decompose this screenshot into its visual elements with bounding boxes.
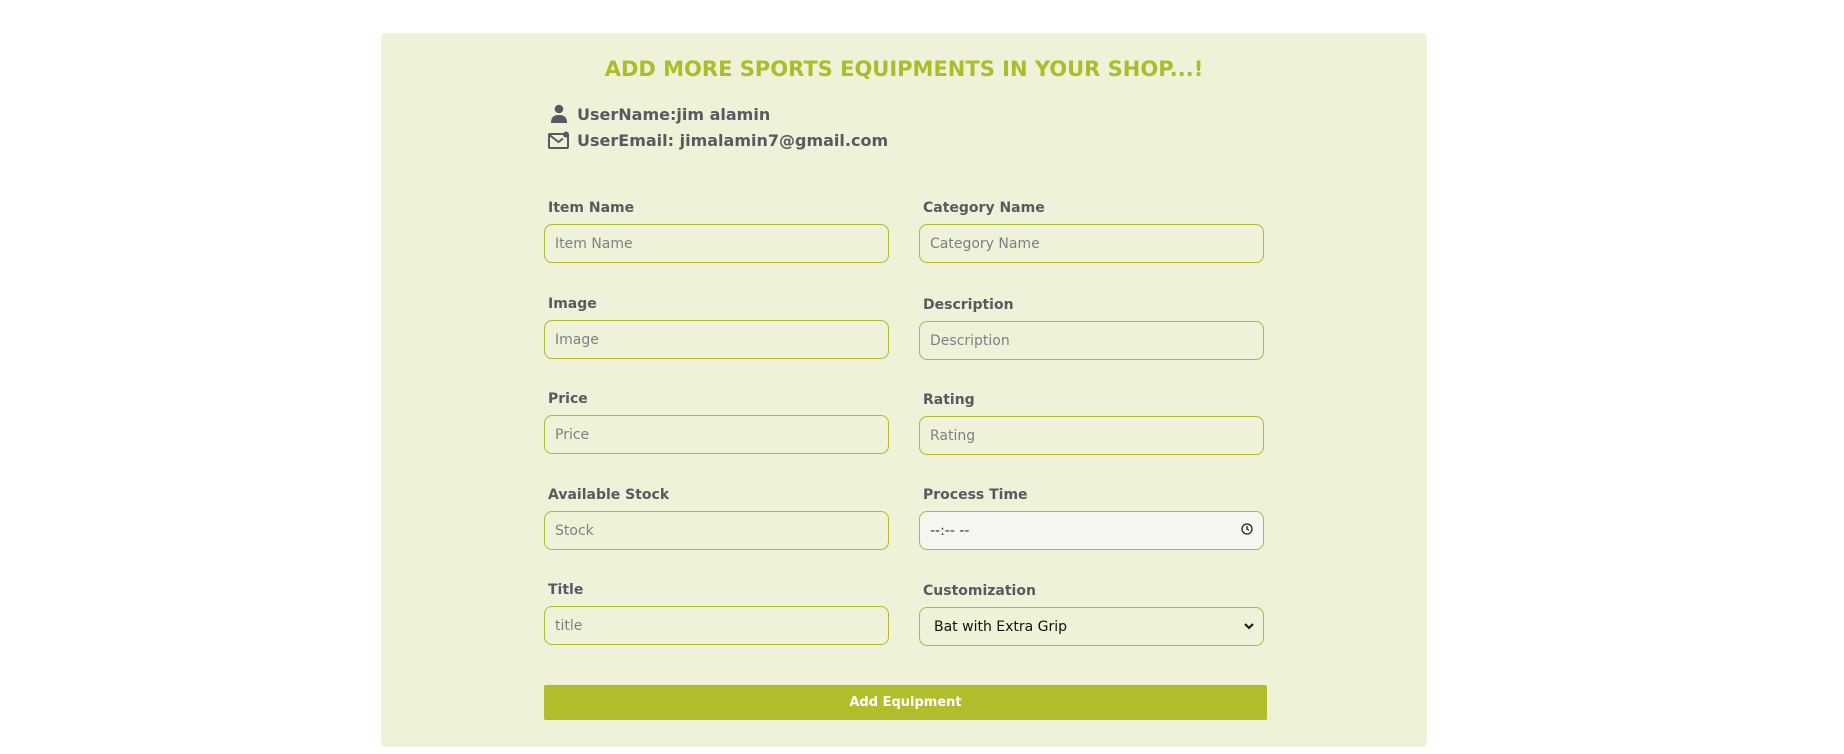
stock-input[interactable] [544, 511, 889, 550]
price-input[interactable] [544, 415, 889, 454]
title-input[interactable] [544, 606, 889, 645]
item-name-label: Item Name [548, 200, 635, 216]
page-title: ADD MORE SPORTS EQUIPMENTS IN YOUR SHOP.… [604, 57, 1204, 81]
rating-group: Rating [919, 391, 1264, 455]
user-email-line: UserEmail: jimalamin7@gmail.com [548, 129, 888, 151]
description-input[interactable] [919, 321, 1264, 360]
user-icon [548, 103, 570, 125]
process-time-input[interactable]: --:-- -- [919, 511, 1264, 550]
title-group: Title [544, 581, 889, 645]
image-label: Image [548, 296, 597, 312]
customization-group: Customization Bat with Extra Grip [919, 582, 1264, 646]
chevron-down-icon [1243, 619, 1255, 635]
process-time-label: Process Time [923, 487, 1028, 503]
user-name-text: UserName:jim alamin [577, 104, 771, 124]
price-group: Price [544, 390, 889, 454]
envelope-icon [548, 129, 570, 151]
category-name-input[interactable] [919, 224, 1264, 263]
add-equipment-card: ADD MORE SPORTS EQUIPMENTS IN YOUR SHOP.… [381, 33, 1427, 747]
process-time-value: --:-- -- [930, 522, 970, 539]
customization-selected-value: Bat with Extra Grip [934, 618, 1068, 635]
title-label: Title [548, 582, 584, 598]
category-name-label: Category Name [923, 200, 1045, 216]
description-label: Description [923, 297, 1014, 313]
rating-label: Rating [923, 392, 975, 408]
user-email-text: UserEmail: jimalamin7@gmail.com [577, 130, 889, 150]
clock-icon[interactable] [1241, 522, 1253, 539]
user-name-line: UserName:jim alamin [548, 103, 770, 125]
image-input[interactable] [544, 320, 889, 359]
image-group: Image [544, 295, 889, 359]
process-time-group: Process Time --:-- -- [919, 486, 1264, 550]
customization-select[interactable]: Bat with Extra Grip [919, 607, 1264, 646]
available-stock-label: Available Stock [548, 487, 670, 503]
item-name-input[interactable] [544, 224, 889, 263]
item-name-group: Item Name [544, 199, 889, 263]
available-stock-group: Available Stock [544, 486, 889, 550]
add-equipment-button[interactable]: Add Equipment [544, 685, 1267, 720]
customization-label: Customization [923, 583, 1036, 599]
category-name-group: Category Name [919, 199, 1264, 263]
price-label: Price [548, 391, 588, 407]
rating-input[interactable] [919, 416, 1264, 455]
description-group: Description [919, 296, 1264, 360]
